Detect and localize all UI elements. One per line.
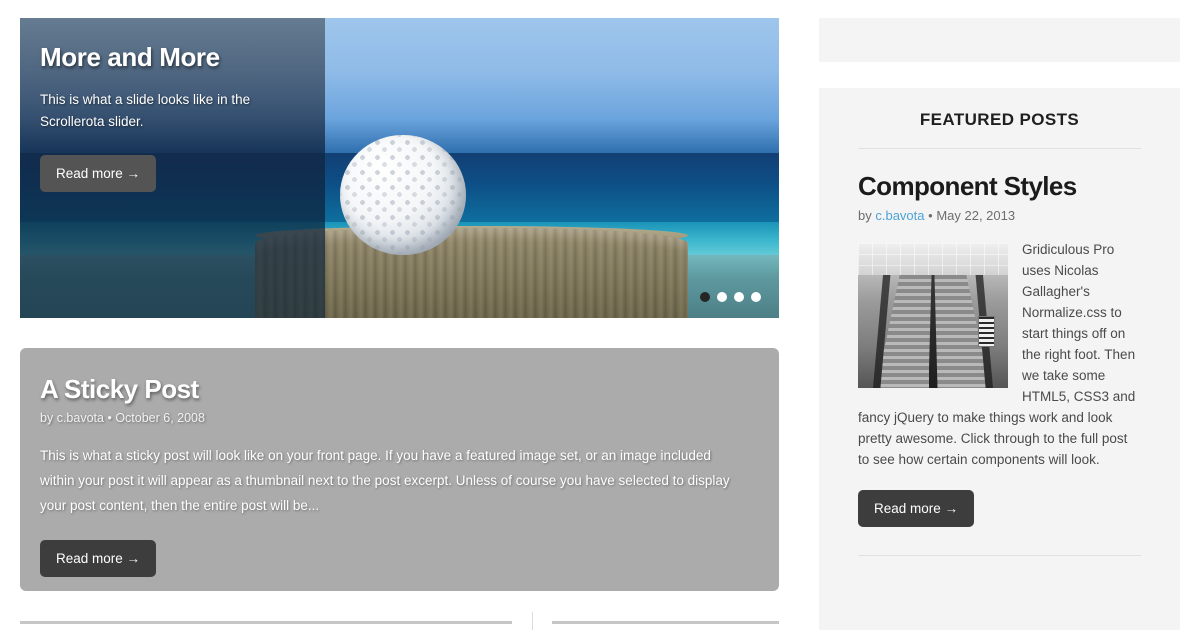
sidebar-widget-empty [819,18,1180,62]
content-bottom-divider [532,612,533,630]
sidebar-widget-featured-posts: FEATURED POSTS Component Styles by c.bav… [819,88,1180,630]
escalator-ceiling [858,243,1008,275]
sticky-post-title[interactable]: A Sticky Post [40,374,759,405]
featured-post-title[interactable]: Component Styles [858,171,1141,202]
widget-title-separator [858,148,1141,149]
sticky-post-meta: by c.bavota • October 6, 2008 [40,411,759,425]
featured-post-meta-separator: • [928,208,933,223]
featured-post-date: May 22, 2013 [936,208,1016,223]
sticky-post-author[interactable]: c.bavota [57,411,104,425]
slide-read-more-button[interactable]: Read more → [40,155,157,192]
slider-dot-2[interactable] [717,292,727,302]
golf-ball [340,135,466,255]
slider-dot-4[interactable] [751,292,761,302]
sticky-post-excerpt: This is what a sticky post will look lik… [40,448,730,513]
slider-dot-3[interactable] [734,292,744,302]
slider-pagination-dots[interactable] [700,292,761,302]
sticky-post-meta-separator: • [107,411,112,425]
slide-description: This is what a slide looks like in the S… [40,92,251,129]
featured-post-read-more-button[interactable]: Read more → [858,490,975,527]
featured-post-thumbnail[interactable] [858,243,1008,388]
content-bottom-rule-left [20,621,512,624]
sticky-post-date: October 6, 2008 [115,411,205,425]
escalator-sign [978,315,995,348]
slider-dot-1[interactable] [700,292,710,302]
sticky-post-read-more-button[interactable]: Read more → [40,540,157,577]
scrollerota-slider[interactable]: More and More This is what a slide looks… [20,18,779,318]
page-root: More and More This is what a slide looks… [0,0,1196,630]
sticky-post-meta-by: by [40,411,54,425]
featured-post-author-link[interactable]: c.bavota [875,208,924,223]
widget-title: FEATURED POSTS [919,110,1080,129]
main-content-column: More and More This is what a slide looks… [20,18,779,591]
featured-post-meta-by: by [858,208,872,223]
featured-post-meta: by c.bavota • May 22, 2013 [858,208,1141,223]
slide-caption: More and More This is what a slide looks… [28,28,328,206]
slide-title: More and More [40,42,220,72]
featured-post-footer-separator [858,555,1141,556]
content-bottom-rule-right [552,621,779,624]
sticky-post-card: A Sticky Post by c.bavota • October 6, 2… [20,348,779,591]
